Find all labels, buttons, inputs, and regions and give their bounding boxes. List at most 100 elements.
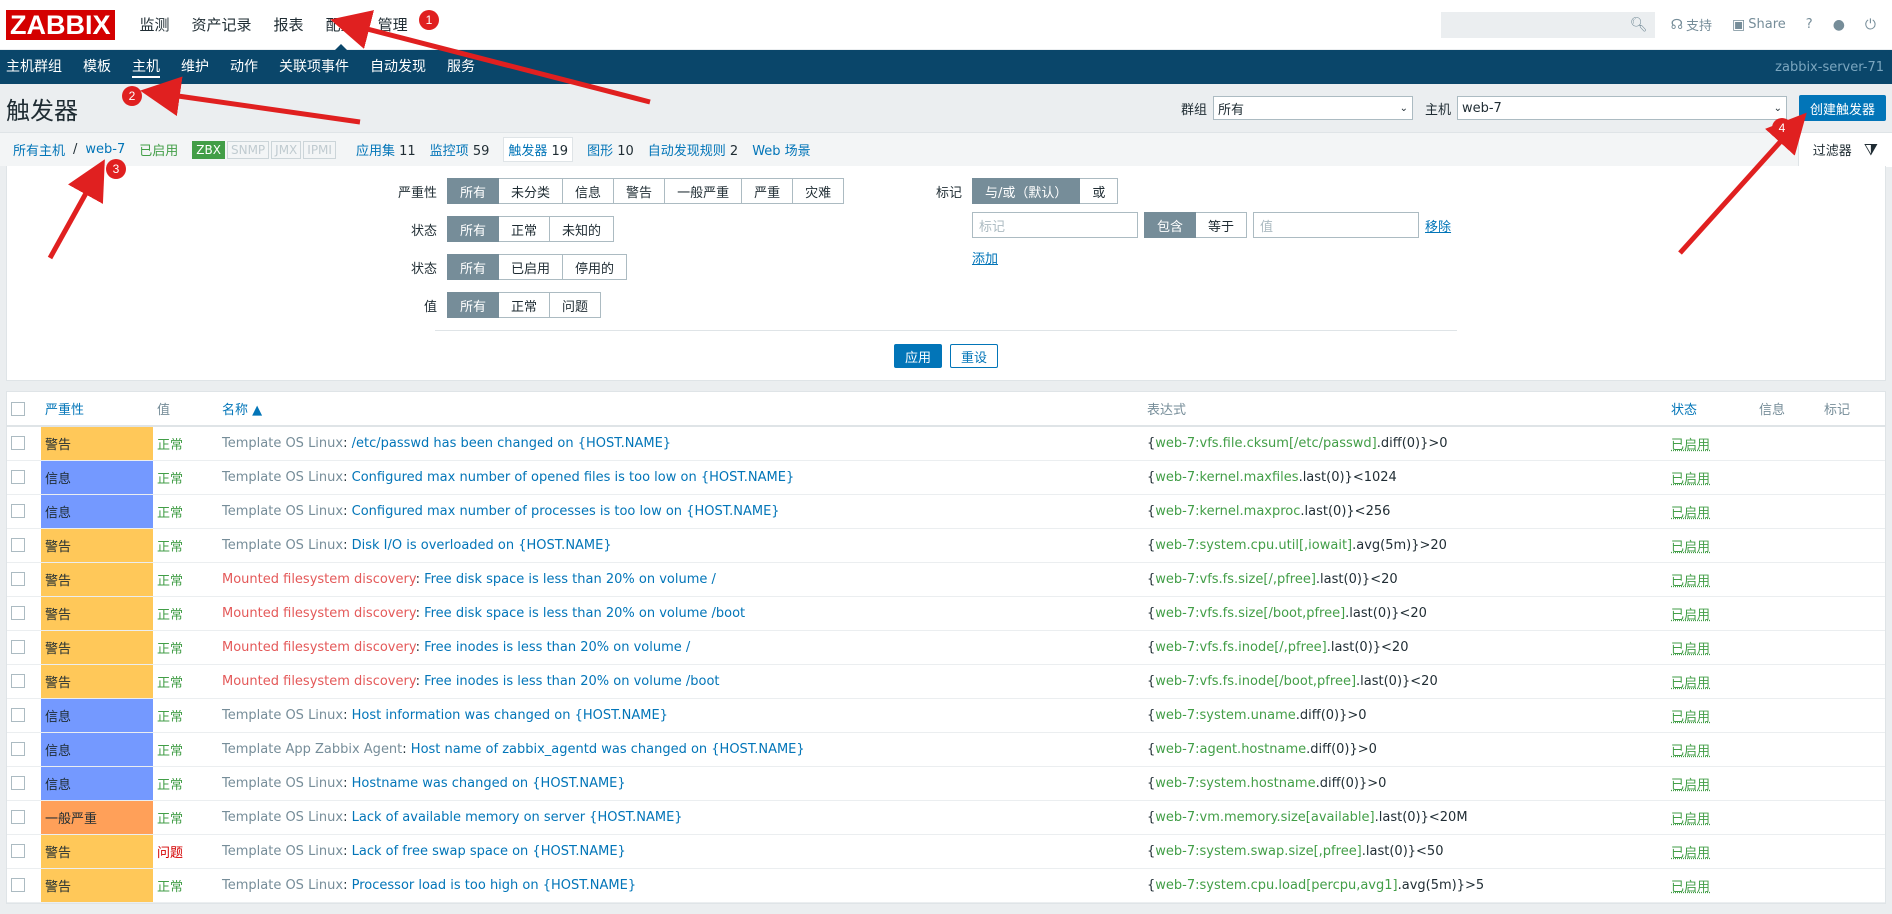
expression-item-link[interactable]: web-7:vfs.fs.inode[/,pfree] — [1155, 640, 1326, 655]
tag-remove-link[interactable]: 移除 — [1425, 216, 1451, 235]
row-checkbox-cell[interactable] — [7, 596, 41, 631]
tab-items[interactable]: 监控项 59 — [430, 140, 490, 159]
status-toggle-link[interactable]: 已启用 — [1671, 506, 1710, 521]
expression-item-link[interactable]: web-7:vfs.fs.size[/boot,pfree] — [1155, 606, 1345, 621]
expression-item-link[interactable]: web-7:vm.memory.size[available] — [1155, 810, 1374, 825]
severity-not-classified[interactable]: 未分类 — [499, 178, 564, 204]
tab-applications[interactable]: 应用集 11 — [356, 140, 416, 159]
trigger-name-link[interactable]: Free inodes is less than 20% on volume /… — [424, 674, 719, 689]
status-toggle-link[interactable]: 已启用 — [1671, 778, 1710, 793]
status-toggle-link[interactable]: 已启用 — [1671, 642, 1710, 657]
header-name[interactable]: 名称 ▲ — [218, 392, 1143, 427]
row-checkbox-cell[interactable] — [7, 698, 41, 733]
tag-name-input[interactable]: 标记 — [972, 212, 1138, 238]
template-link[interactable]: Template OS Linux — [222, 436, 343, 451]
menu-inventory[interactable]: 资产记录 — [181, 0, 263, 50]
row-checkbox[interactable] — [11, 776, 25, 790]
nav-hosts[interactable]: 主机 — [132, 50, 171, 84]
row-checkbox[interactable] — [11, 504, 25, 518]
menu-administration[interactable]: 管理 — [367, 0, 419, 50]
row-checkbox[interactable] — [11, 674, 25, 688]
tag-value-input[interactable]: 值 — [1253, 212, 1420, 238]
header-select-all[interactable] — [7, 392, 41, 427]
row-checkbox-cell[interactable] — [7, 800, 41, 835]
group-select[interactable]: 所有 ⌄ — [1212, 96, 1413, 120]
filter-tab[interactable]: 过滤器 ⧩ — [1797, 132, 1892, 167]
row-checkbox-cell[interactable] — [7, 494, 41, 529]
status-all[interactable]: 所有 — [447, 254, 500, 280]
severity-all[interactable]: 所有 — [447, 178, 500, 204]
status-toggle-link[interactable]: 已启用 — [1671, 880, 1710, 895]
share-link[interactable]: ▣ Share — [1732, 17, 1786, 33]
select-all-checkbox[interactable] — [11, 401, 25, 416]
row-checkbox-cell[interactable] — [7, 460, 41, 495]
trigger-name-link[interactable]: Host information was changed on {HOST.NA… — [352, 708, 668, 723]
row-checkbox-cell[interactable] — [7, 528, 41, 563]
trigger-name-link[interactable]: /etc/passwd has been changed on {HOST.NA… — [352, 436, 671, 451]
status-toggle-link[interactable]: 已启用 — [1671, 540, 1710, 555]
template-link[interactable]: Template OS Linux — [222, 878, 343, 893]
nav-templates[interactable]: 模板 — [83, 50, 122, 84]
trigger-name-link[interactable]: Lack of available memory on server {HOST… — [352, 810, 683, 825]
trigger-name-link[interactable]: Free disk space is less than 20% on volu… — [424, 572, 716, 587]
sign-out-link[interactable]: ⏻ — [1865, 17, 1876, 33]
menu-monitoring[interactable]: 监测 — [129, 0, 181, 50]
severity-average[interactable]: 一般严重 — [665, 178, 743, 204]
nav-correlation[interactable]: 关联项事件 — [279, 50, 360, 84]
expression-item-link[interactable]: web-7:system.swap.size[,pfree] — [1155, 844, 1361, 859]
trigger-name-link[interactable]: Lack of free swap space on {HOST.NAME} — [352, 844, 626, 859]
nav-services[interactable]: 服务 — [447, 50, 486, 84]
state-all[interactable]: 所有 — [447, 216, 500, 242]
row-checkbox[interactable] — [11, 606, 25, 620]
row-checkbox-cell[interactable] — [7, 664, 41, 699]
trigger-name-link[interactable]: Disk I/O is overloaded on {HOST.NAME} — [352, 538, 612, 553]
host-status-enabled[interactable]: 已启用 — [139, 140, 178, 159]
expression-item-link[interactable]: web-7:vfs.fs.inode[/boot,pfree] — [1155, 674, 1356, 689]
status-toggle-link[interactable]: 已启用 — [1671, 472, 1710, 487]
severity-high[interactable]: 严重 — [742, 178, 794, 204]
template-link[interactable]: Template OS Linux — [222, 776, 343, 791]
search-icon[interactable]: 🔍︎ — [1630, 17, 1648, 33]
expression-item-link[interactable]: web-7:agent.hostname — [1155, 742, 1306, 757]
template-link[interactable]: Mounted filesystem discovery — [222, 640, 416, 655]
row-checkbox[interactable] — [11, 844, 25, 858]
severity-warning[interactable]: 警告 — [614, 178, 666, 204]
tag-add-link[interactable]: 添加 — [972, 248, 998, 267]
row-checkbox[interactable] — [11, 742, 25, 756]
row-checkbox[interactable] — [11, 878, 25, 892]
row-checkbox[interactable] — [11, 708, 25, 722]
status-disabled[interactable]: 停用的 — [563, 254, 628, 280]
trigger-name-link[interactable]: Configured max number of processes is to… — [352, 504, 780, 519]
nav-discovery[interactable]: 自动发现 — [370, 50, 437, 84]
severity-disaster[interactable]: 灾难 — [793, 178, 845, 204]
row-checkbox-cell[interactable] — [7, 562, 41, 597]
tab-discovery-rules[interactable]: 自动发现规则 2 — [648, 140, 738, 159]
row-checkbox[interactable] — [11, 436, 25, 451]
header-severity[interactable]: 严重性 — [41, 392, 153, 427]
status-toggle-link[interactable]: 已启用 — [1671, 608, 1710, 623]
severity-information[interactable]: 信息 — [563, 178, 615, 204]
status-enabled[interactable]: 已启用 — [499, 254, 564, 280]
expression-item-link[interactable]: web-7:vfs.fs.size[/,pfree] — [1155, 572, 1316, 587]
trigger-name-link[interactable]: Hostname was changed on {HOST.NAME} — [352, 776, 626, 791]
row-checkbox-cell[interactable] — [7, 766, 41, 801]
tag-contains[interactable]: 包含 — [1144, 212, 1197, 238]
breadcrumb-all-hosts[interactable]: 所有主机 — [13, 140, 65, 159]
expression-item-link[interactable]: web-7:system.cpu.load[percpu,avg1] — [1155, 878, 1397, 893]
expression-item-link[interactable]: web-7:system.hostname — [1155, 776, 1315, 791]
status-toggle-link[interactable]: 已启用 — [1671, 846, 1710, 861]
help-link[interactable]: ? — [1806, 17, 1813, 32]
header-status[interactable]: 状态 — [1667, 392, 1755, 427]
trigger-name-link[interactable]: Processor load is too high on {HOST.NAME… — [352, 878, 637, 893]
trigger-name-link[interactable]: Free disk space is less than 20% on volu… — [424, 606, 745, 621]
template-link[interactable]: Mounted filesystem discovery — [222, 572, 416, 587]
trigger-name-link[interactable]: Host name of zabbix_agentd was changed o… — [411, 742, 805, 757]
zabbix-logo[interactable]: ZABBIX — [6, 9, 115, 40]
status-toggle-link[interactable]: 已启用 — [1671, 710, 1710, 725]
nav-maintenance[interactable]: 维护 — [181, 50, 220, 84]
nav-host-groups[interactable]: 主机群组 — [6, 50, 73, 84]
row-checkbox[interactable] — [11, 470, 25, 484]
apply-button[interactable]: 应用 — [893, 344, 942, 368]
status-toggle-link[interactable]: 已启用 — [1671, 744, 1710, 759]
host-select[interactable]: web-7 ⌄ — [1456, 96, 1787, 120]
